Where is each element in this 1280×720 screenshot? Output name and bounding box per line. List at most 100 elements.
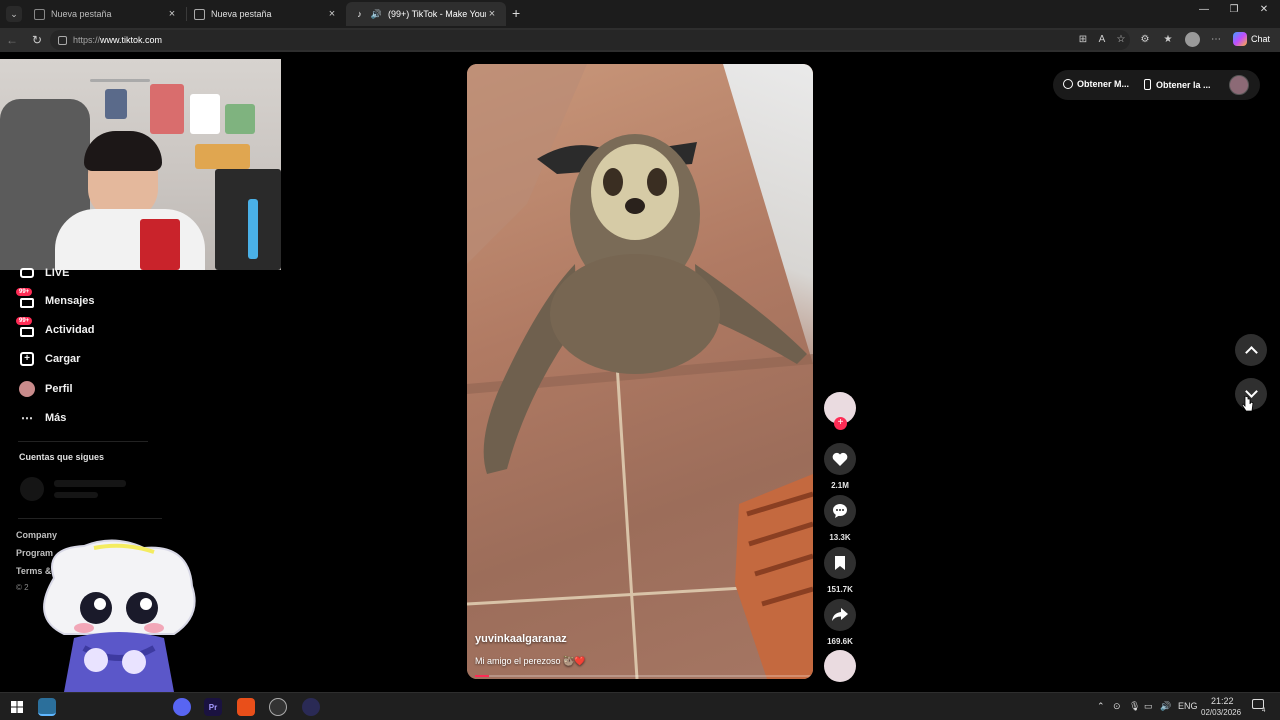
sidebar-item-more[interactable]: ⋯ Más <box>18 410 66 426</box>
app-icon[interactable] <box>302 698 320 716</box>
user-avatar[interactable] <box>1229 75 1249 95</box>
mouse-cursor-icon <box>1242 396 1254 412</box>
sidebar-item-label: Perfil <box>45 383 73 395</box>
menu-dots-icon[interactable]: ⋯ <box>1210 34 1222 46</box>
video-caption: Mi amigo el perezoso <box>475 656 561 666</box>
new-tab-page-icon <box>194 8 205 20</box>
video-progress-bar[interactable] <box>475 675 813 677</box>
get-app-label: Obtener la ... <box>1156 79 1211 90</box>
browser-toolbar: ← ↻ https:// www.tiktok.com ⊞ A ☆ ⚙ ★ ⋯ … <box>0 28 1280 52</box>
video-author[interactable]: yuvinkaalgaranaz <box>475 633 567 645</box>
tab-2-title: Nueva pestaña <box>211 9 272 19</box>
new-tab-button[interactable]: + <box>512 5 520 21</box>
video-content-sloth <box>467 64 813 679</box>
sidebar-item-activity[interactable]: 99+ Actividad <box>16 317 95 338</box>
following-heading: Cuentas que sigues <box>19 452 105 462</box>
edge-browser-icon[interactable] <box>38 698 56 716</box>
music-disc[interactable] <box>824 650 856 682</box>
comment-icon[interactable] <box>824 495 856 527</box>
network-icon[interactable]: ▭ <box>1144 701 1153 712</box>
reload-icon[interactable]: ↻ <box>29 32 45 48</box>
share-count: 169.6K <box>827 637 853 646</box>
taskbar-date[interactable]: 02/03/2026 <box>1201 708 1241 717</box>
translate-icon[interactable]: A <box>1096 34 1108 46</box>
profile-icon <box>18 381 36 397</box>
following-skeleton <box>54 492 98 498</box>
tab-1-title: Nueva pestaña <box>51 9 112 19</box>
tab-3-title: (99+) TikTok - Make Your Day <box>388 9 486 19</box>
sidebar-item-messages[interactable]: 99+ Mensajes <box>16 288 95 309</box>
close-tab-icon[interactable]: × <box>326 8 338 20</box>
copilot-chat-button[interactable]: Chat <box>1233 32 1270 46</box>
creator-avatar-button[interactable]: + <box>824 392 856 430</box>
get-app-button[interactable]: Obtener la ... <box>1144 79 1211 90</box>
audio-playing-icon[interactable]: 🔊 <box>371 9 382 20</box>
phone-icon <box>1144 79 1151 90</box>
more-icon: ⋯ <box>21 411 33 425</box>
tray-app-icon[interactable]: ⊙ <box>1113 701 1121 712</box>
microphone-icon[interactable]: 🎙 <box>1129 701 1140 712</box>
favorite-star-icon[interactable]: ☆ <box>1115 34 1127 46</box>
close-tab-icon[interactable]: × <box>166 8 178 20</box>
windows-start-icon[interactable] <box>8 698 26 716</box>
minimize-icon[interactable]: — <box>1194 4 1214 22</box>
language-indicator[interactable]: ENG <box>1178 701 1198 711</box>
brave-icon[interactable] <box>237 698 255 716</box>
heart-icon[interactable] <box>824 443 856 475</box>
obs-icon[interactable] <box>269 698 287 716</box>
site-info-icon[interactable] <box>58 35 67 45</box>
notifications-count: 4 <box>1262 708 1266 714</box>
discord-icon[interactable] <box>173 698 191 716</box>
address-bar[interactable]: https:// www.tiktok.com <box>50 30 1130 50</box>
new-tab-page-icon <box>34 8 45 20</box>
streamer-avatar-sticker <box>24 538 204 692</box>
tab-2[interactable]: Nueva pestaña × <box>186 2 346 26</box>
volume-icon[interactable]: 🔊 <box>1160 701 1171 712</box>
video-progress-fill <box>475 675 489 677</box>
follow-plus-icon[interactable]: + <box>834 417 847 430</box>
get-coins-button[interactable]: Obtener M... <box>1063 79 1129 89</box>
favorites-icon[interactable]: ★ <box>1162 34 1174 46</box>
tray-overflow-icon[interactable]: ⌃ <box>1097 701 1105 712</box>
sidebar-item-label: Mensajes <box>45 295 95 307</box>
extensions-icon[interactable]: ⚙ <box>1139 34 1151 46</box>
following-skeleton <box>54 480 126 487</box>
close-tab-icon[interactable]: × <box>486 8 498 20</box>
following-skeleton <box>20 477 44 501</box>
tab-1[interactable]: Nueva pestaña × <box>26 2 186 26</box>
previous-video-button[interactable] <box>1235 334 1267 366</box>
premiere-pro-icon[interactable]: Pr <box>204 698 222 716</box>
taskbar-time[interactable]: 21:22 <box>1211 696 1234 706</box>
save-action[interactable]: 151.7K <box>824 547 856 594</box>
share-icon[interactable] <box>824 599 856 631</box>
back-icon[interactable]: ← <box>4 32 20 48</box>
like-count: 2.1M <box>831 481 849 490</box>
share-action[interactable]: 169.6K <box>824 599 856 646</box>
tiktok-logo-icon: ♪ <box>357 9 362 19</box>
like-action[interactable]: 2.1M <box>824 443 856 490</box>
apps-icon[interactable]: ⊞ <box>1077 34 1089 46</box>
tab-tiktok[interactable]: ♪ 🔊 (99+) TikTok - Make Your Day × <box>346 2 506 26</box>
tab-actions-menu[interactable]: ⌄ <box>6 6 22 22</box>
sidebar-divider <box>18 518 162 519</box>
sidebar-item-profile[interactable]: Perfil <box>18 381 73 397</box>
activity-badge: 99+ <box>16 317 33 325</box>
webcam-overlay <box>0 59 281 270</box>
caption-emoji: 🦥❤️ <box>563 656 586 666</box>
sidebar-item-upload[interactable]: + Cargar <box>18 351 80 367</box>
chevron-up-icon <box>1244 346 1258 359</box>
profile-avatar[interactable] <box>1185 32 1200 47</box>
sidebar-item-live[interactable]: LIVE <box>18 265 69 281</box>
video-player[interactable]: yuvinkaalgaranaz Mi amigo el perezoso 🦥❤… <box>467 64 813 679</box>
close-window-icon[interactable]: ✕ <box>1254 4 1274 22</box>
sidebar-item-label: Más <box>45 412 67 424</box>
comment-action[interactable]: 13.3K <box>824 495 856 542</box>
windows-taskbar: Pr ⌃ ⊙ 🎙 ▭ 🔊 ENG 21:22 02/03/2026 4 <box>0 692 1280 720</box>
upload-icon: + <box>18 351 36 367</box>
coin-icon <box>1063 79 1073 89</box>
restore-icon[interactable]: ❐ <box>1224 4 1244 22</box>
activity-icon: 99+ <box>16 317 36 338</box>
bookmark-icon[interactable] <box>824 547 856 579</box>
url-host: www.tiktok.com <box>100 35 163 45</box>
sidebar-item-label: Cargar <box>45 353 81 365</box>
